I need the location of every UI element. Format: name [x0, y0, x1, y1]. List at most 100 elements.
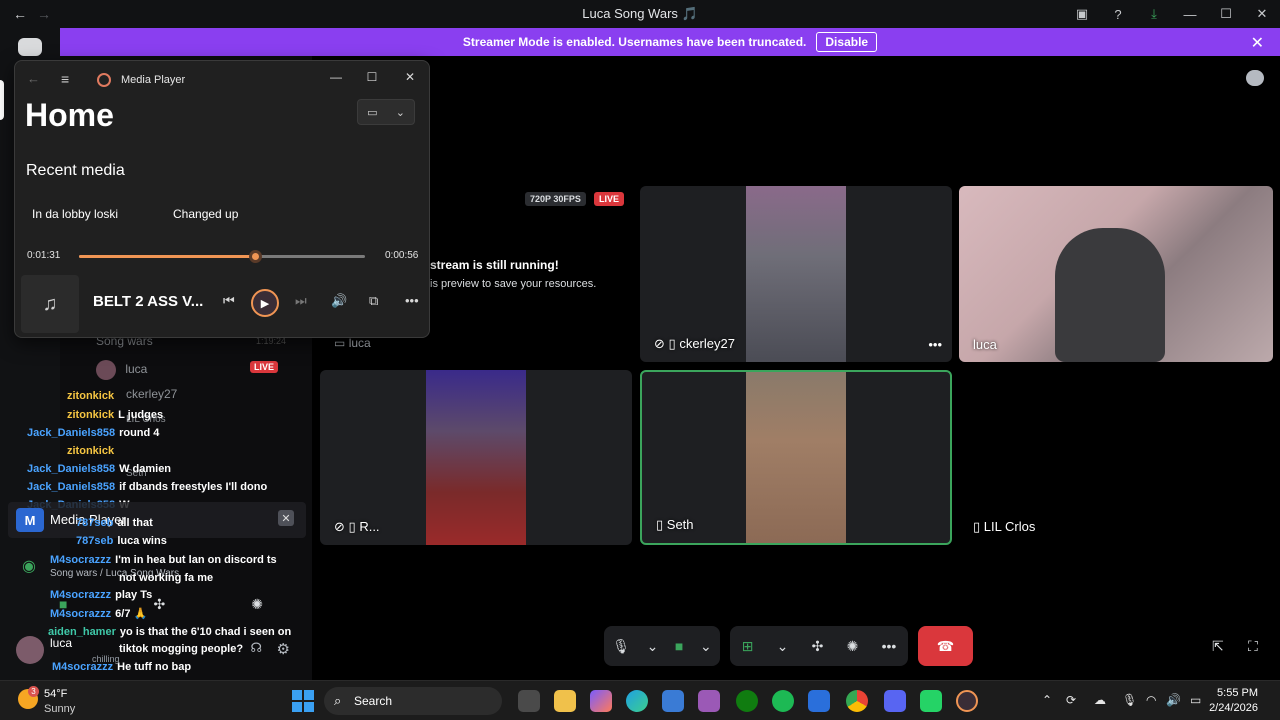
playback-bar: ♫ BELT 2 ASS V... ⏮ ▶ ⏭ 🔊 ⧉ ••• [15, 273, 429, 337]
live-badge: LIVE [250, 361, 279, 373]
file-explorer-icon[interactable] [554, 690, 576, 712]
menu-icon[interactable]: ≡ [61, 71, 69, 87]
screen-share-icon[interactable]: ⊞ [742, 638, 754, 655]
microphone-icon[interactable]: 🎙 [1122, 693, 1137, 707]
chat-line: Jack_Daniels858 if dbands freestyles I'll… [27, 481, 268, 493]
video-tile-ckerley27[interactable]: ⊘ ▯ ckerley27 ••• [640, 186, 952, 362]
voice-user-ckerley27[interactable]: ckerley27 [126, 387, 177, 401]
maximize-button[interactable]: ☐ [1208, 0, 1244, 28]
help-icon[interactable]: ? [1100, 0, 1136, 28]
store-icon[interactable] [662, 690, 684, 712]
disconnect-button[interactable]: ☎ [918, 626, 973, 666]
chevron-down-icon[interactable]: ⌄ [647, 638, 659, 655]
chat-line: Jack_Daniels858 W damien [27, 463, 172, 475]
wifi-icon[interactable]: ◠ [1146, 693, 1156, 707]
chevron-up-icon[interactable]: ⌃ [1042, 693, 1052, 707]
more-options-icon[interactable]: ••• [928, 337, 942, 352]
voice-user-luca[interactable]: luca [96, 360, 147, 380]
stream-notice-sub: is preview to save your resources. [430, 278, 597, 290]
back-arrow-icon[interactable]: ← [27, 71, 40, 86]
cloud-icon[interactable]: ☁ [1094, 693, 1106, 707]
recent-item[interactable]: In da lobby loski [32, 207, 118, 221]
disable-button[interactable]: Disable [816, 32, 878, 52]
screen-icon: ▭ [334, 336, 346, 350]
next-icon[interactable]: ⏭ [295, 293, 307, 309]
microphone-icon[interactable]: 🎙 [612, 638, 630, 655]
quality-badge: 720P 30FPS [525, 192, 586, 206]
activity-icon[interactable]: ✣ [812, 638, 824, 655]
fullscreen-icon[interactable]: ⛶ [1248, 638, 1258, 655]
tile-name: ▯ LIL Crlos [973, 519, 1036, 534]
clock[interactable]: 5:55 PM 2/24/2026 [1209, 686, 1258, 716]
volume-icon[interactable]: 🔊 [331, 293, 347, 309]
video-tile-r[interactable]: ⊘ ▯ R... [320, 370, 632, 545]
more-options-icon[interactable]: ••• [882, 638, 897, 654]
task-view-icon[interactable] [518, 690, 540, 712]
chevron-down-icon: ⌄ [395, 106, 405, 119]
avatar[interactable] [16, 636, 44, 664]
elapsed-time: 0:01:31 [27, 250, 61, 261]
now-playing-title[interactable]: BELT 2 ASS V... [93, 293, 203, 310]
streamer-mode-banner: Streamer Mode is enabled. Usernames have… [60, 28, 1280, 56]
popout-icon[interactable]: ⇱ [1212, 638, 1224, 655]
search-input[interactable]: ⌕ Search [324, 687, 502, 715]
minimize-button[interactable]: — [317, 65, 355, 89]
chevron-down-icon[interactable]: ⌄ [777, 638, 789, 655]
share-control-group: ⊞ ⌄ ✣ ✺ ••• [730, 626, 908, 666]
soundboard-icon[interactable]: ✺ [847, 638, 859, 655]
video-feed [746, 186, 846, 362]
download-icon[interactable]: ⤓ [1136, 0, 1172, 28]
video-tile-luca[interactable]: luca [959, 186, 1273, 362]
banner-close-icon[interactable]: ✕ [1251, 33, 1264, 53]
sync-icon[interactable]: ⟳ [1066, 693, 1076, 707]
mail-icon[interactable] [808, 690, 830, 712]
media-player-window: ← ≡ Media Player — ☐ ✕ Home ▭ ⌄ Recent m… [14, 60, 430, 338]
chevron-down-icon[interactable]: ⌄ [700, 638, 712, 655]
camera-icon[interactable]: ■ [675, 638, 683, 654]
spotify-icon[interactable] [772, 690, 794, 712]
back-arrow-icon[interactable]: ← [8, 0, 32, 28]
widget-close-icon[interactable]: ✕ [278, 510, 294, 526]
chat-line: 787seb luca wins [76, 535, 167, 547]
play-button[interactable]: ▶ [251, 289, 279, 317]
discord-icon[interactable] [884, 690, 906, 712]
chrome-icon[interactable] [846, 690, 868, 712]
whatsapp-icon[interactable] [920, 690, 942, 712]
close-button[interactable]: ✕ [1244, 0, 1280, 28]
battery-icon[interactable]: ▭ [1190, 693, 1201, 707]
xbox-icon[interactable] [736, 690, 758, 712]
activity-icon[interactable]: ✣ [153, 596, 165, 613]
mic-control-group: 🎙 ⌄ ■ ⌄ [604, 626, 720, 666]
media-player-widget[interactable]: M Media Player ✕ [8, 502, 306, 538]
seek-bar[interactable] [79, 250, 365, 263]
soundboard-icon[interactable]: ✺ [251, 596, 263, 613]
copilot-icon[interactable] [590, 690, 612, 712]
minimize-button[interactable]: — [1172, 0, 1208, 28]
video-tile-lil-crlos[interactable]: ▯ LIL Crlos [959, 370, 1273, 545]
recent-item[interactable]: Changed up [173, 207, 238, 221]
more-options-icon[interactable]: ••• [405, 293, 419, 308]
edge-icon[interactable] [626, 690, 648, 712]
seek-handle[interactable] [248, 250, 262, 263]
app-icon[interactable] [698, 690, 720, 712]
headphones-icon[interactable]: ☊ [250, 640, 262, 656]
gear-icon[interactable]: ⚙ [277, 640, 290, 658]
media-player-icon: M [16, 508, 44, 532]
video-tile-seth[interactable]: ▯ Seth [640, 370, 952, 545]
avatar [96, 360, 116, 380]
close-button[interactable]: ✕ [391, 65, 429, 89]
volume-icon[interactable]: 🔊 [1166, 693, 1181, 707]
media-player-taskbar-icon[interactable] [956, 690, 978, 712]
open-folder-button[interactable]: ▭ ⌄ [357, 99, 415, 125]
windows-start-icon[interactable] [292, 690, 314, 712]
video-feed [426, 370, 526, 545]
chat-bubble-icon[interactable] [1246, 70, 1264, 86]
maximize-button[interactable]: ☐ [353, 65, 391, 89]
signal-icon[interactable]: ◉ [22, 556, 36, 576]
discord-logo-icon[interactable] [18, 38, 42, 56]
miniplayer-icon[interactable]: ⧉ [369, 293, 378, 309]
tile-name: ⊘ ▯ ckerley27 [654, 336, 735, 351]
inbox-icon[interactable]: ▣ [1064, 0, 1100, 28]
previous-icon[interactable]: ⏮ [223, 293, 235, 309]
forward-arrow-icon[interactable]: → [32, 0, 56, 28]
